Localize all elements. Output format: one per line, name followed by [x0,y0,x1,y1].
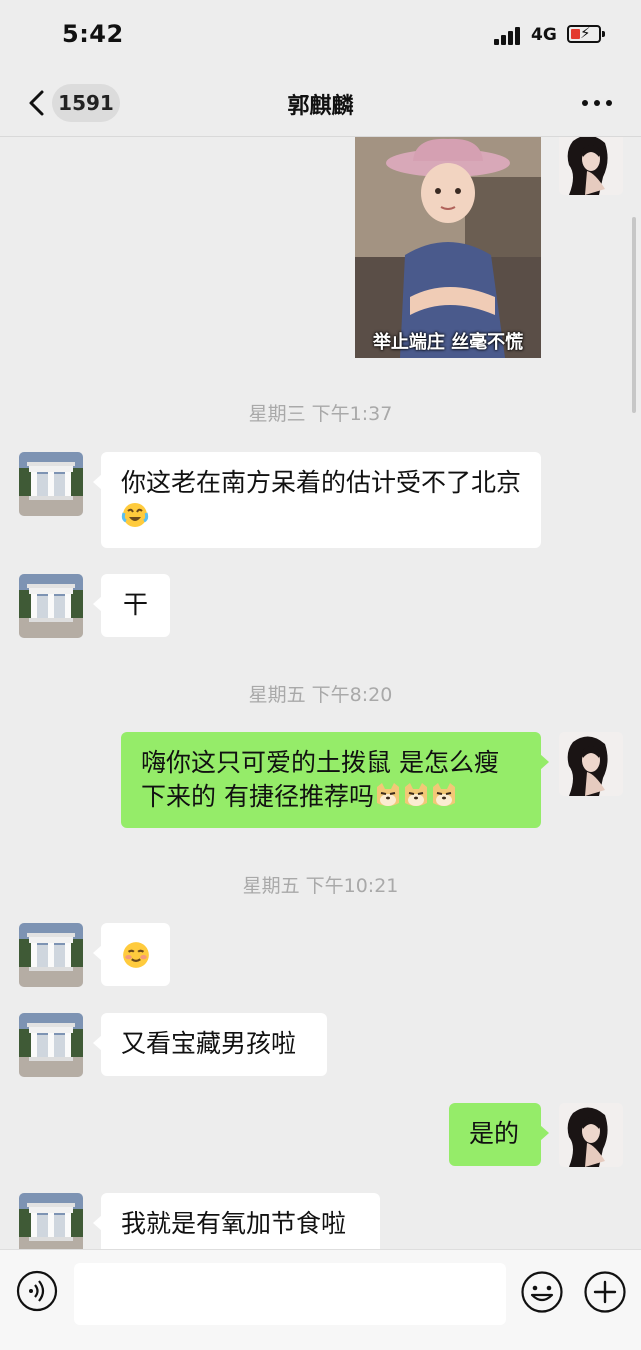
meme-image-message[interactable]: 举止端庄 丝毫不慌 [355,137,541,358]
message-text: 又看宝藏男孩啦 [121,1029,297,1058]
my-avatar[interactable] [559,1103,623,1167]
incoming-message-bubble[interactable]: 干 [93,574,170,637]
timestamp-separator: 星期五 下午8:20 [248,684,393,706]
timestamp-separator: 星期三 下午1:37 [248,403,393,425]
message-list[interactable]: 举止端庄 丝毫不慌 星期三 下午1:37 你这老在南方呆着的估计受不了北京 干 … [0,137,641,1249]
laughing-crying-emoji-icon [121,503,149,527]
network-type: 4G [531,25,557,45]
incoming-message-bubble[interactable]: 你这老在南方呆着的估计受不了北京 [93,452,541,548]
meme-image [355,137,541,358]
scrollbar[interactable] [632,217,636,413]
contact-avatar[interactable] [19,574,83,638]
message-text: 是的 [469,1119,520,1148]
message-text: 你这老在南方呆着的估计受不了北京 [121,468,522,497]
timestamp-separator: 星期五 下午10:21 [242,875,399,897]
status-time: 5:42 [62,20,124,48]
battery-icon: ⚡ [567,24,605,43]
contact-avatar[interactable] [19,1193,83,1249]
input-bar [0,1249,641,1350]
incoming-message-bubble[interactable]: 我就是有氧加节食啦 [93,1193,380,1249]
blushing-smile-emoji-icon [123,942,149,968]
doge-emoji-icon [432,783,455,806]
message-text: 干 [122,590,148,619]
my-avatar[interactable] [559,732,623,796]
my-avatar[interactable] [559,137,623,195]
status-bar: 5:42 4G ⚡ [0,0,641,70]
message-text: 我就是有氧加节食啦 [121,1209,347,1238]
message-input[interactable] [74,1263,506,1325]
outgoing-message-bubble[interactable]: 是的 [449,1103,549,1166]
doge-emoji-icon [376,783,399,806]
chat-header: 1591 郭麒麟 [0,70,641,137]
more-options-icon[interactable] [582,100,614,108]
incoming-message-bubble[interactable] [93,923,170,986]
emoji-picker-icon[interactable] [520,1270,564,1314]
more-actions-plus-icon[interactable] [583,1270,627,1314]
contact-avatar[interactable] [19,452,83,516]
voice-input-icon[interactable] [16,1270,58,1312]
signal-icon [494,27,524,45]
contact-name: 郭麒麟 [287,94,354,119]
contact-avatar[interactable] [19,923,83,987]
doge-emoji-icon [404,783,427,806]
contact-avatar[interactable] [19,1013,83,1077]
outgoing-message-bubble[interactable]: 嗨你这只可爱的土拨鼠 是怎么瘦下来的 有捷径推荐吗 [121,732,549,828]
incoming-message-bubble[interactable]: 又看宝藏男孩啦 [93,1013,327,1076]
meme-caption: 举止端庄 丝毫不慌 [372,332,524,353]
